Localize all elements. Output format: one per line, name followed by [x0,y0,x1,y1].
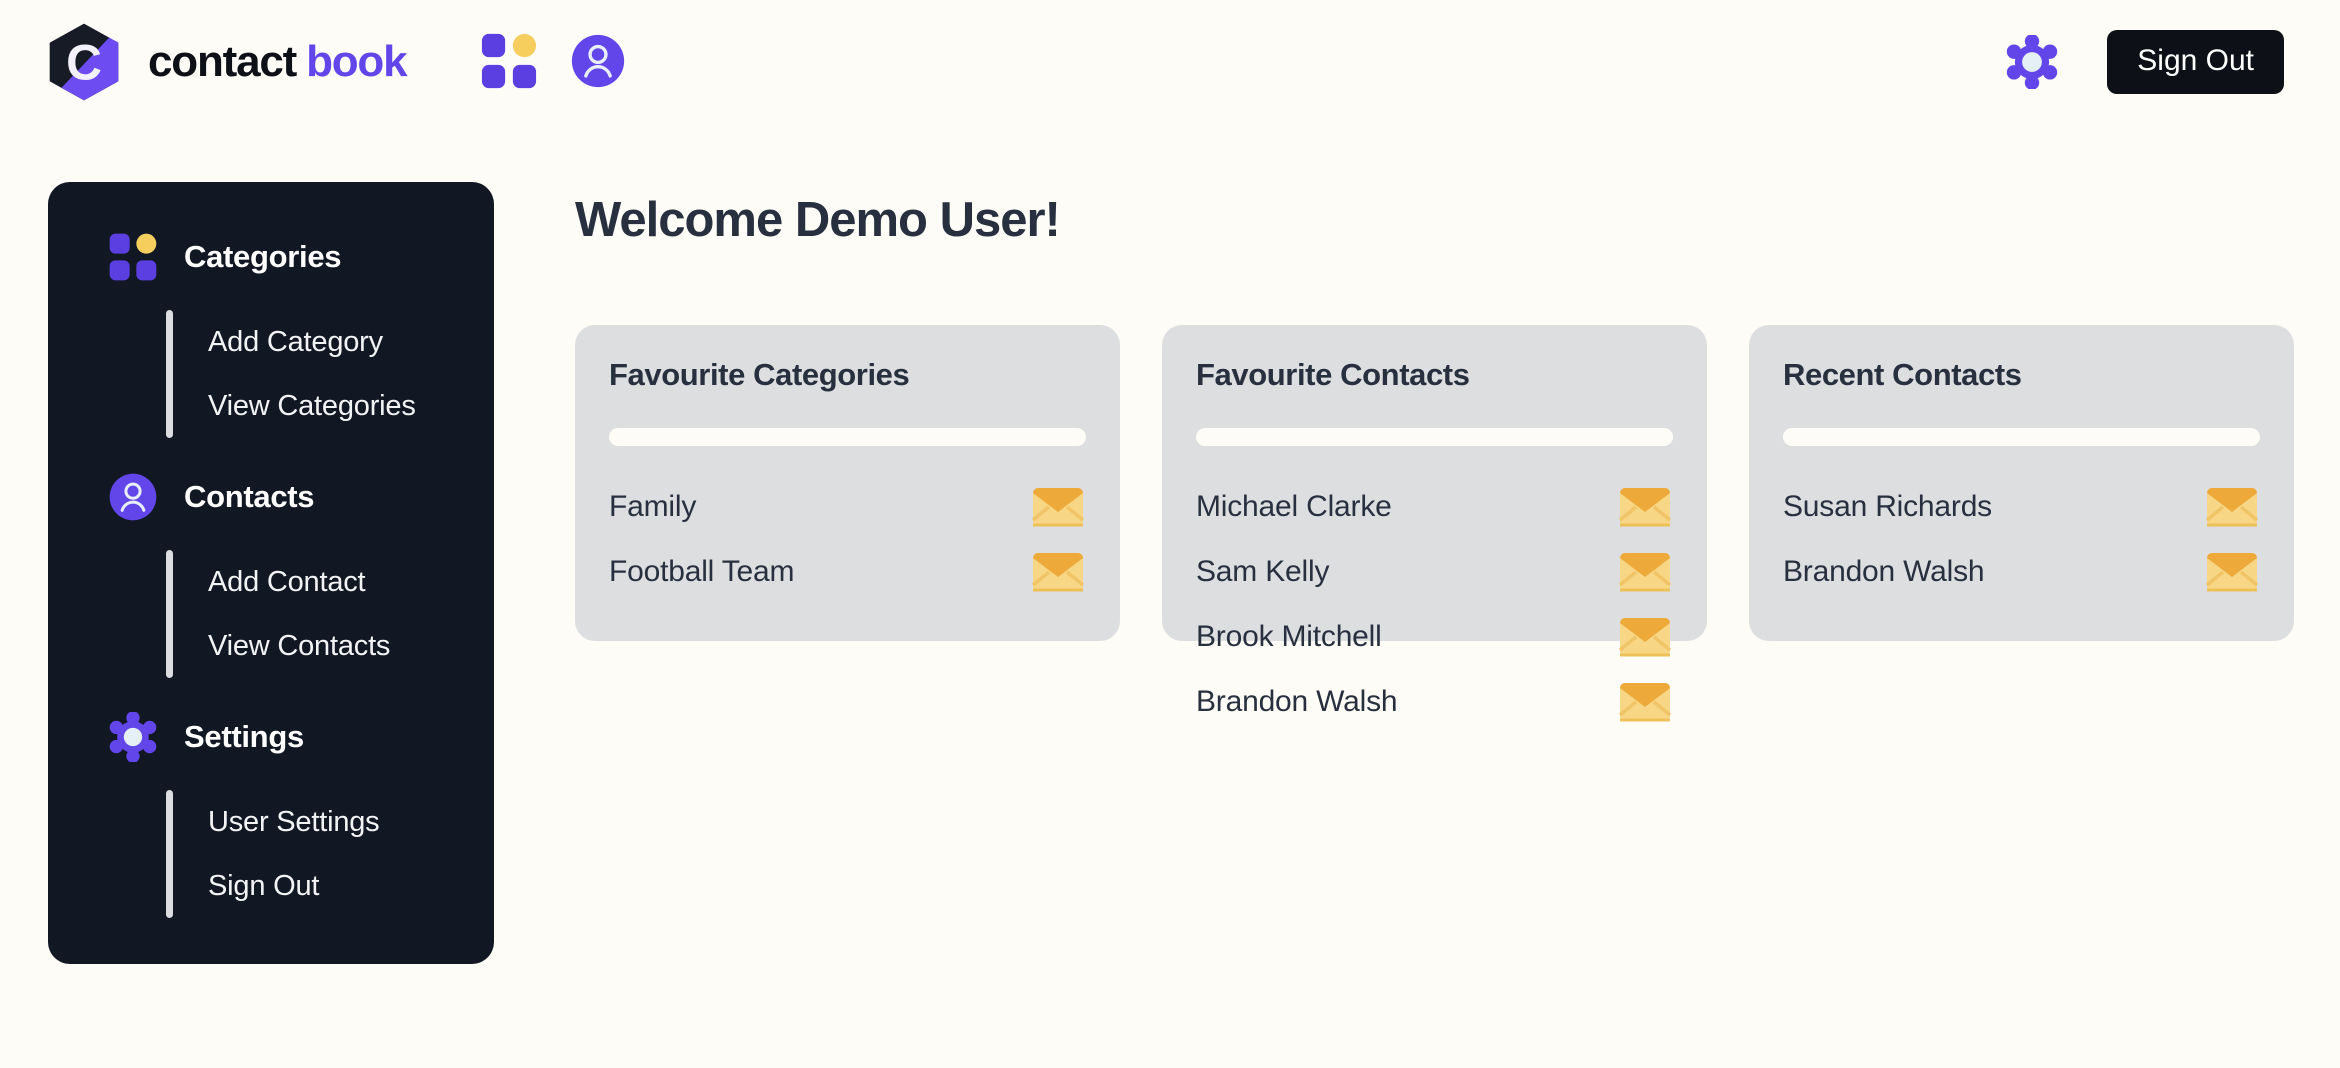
sidebar-submenu-categories: Add Category View Categories [48,310,494,438]
list-item-label: Family [609,489,697,523]
list-item[interactable]: Family [609,474,1084,539]
main-content: Welcome Demo User! [575,182,1061,247]
card-divider [609,428,1086,446]
card-list: Susan Richards Brandon Walsh [1775,474,2268,604]
sidebar-submenu-contacts: Add Contact View Contacts [48,550,494,678]
list-item[interactable]: Football Team [609,539,1084,604]
card-divider [1196,428,1673,446]
dashboard-cards: Favourite Categories Family Football Tea… [575,325,2294,721]
envelope-icon[interactable] [1619,617,1671,657]
sidebar-group-label: Contacts [184,479,315,514]
sidebar-item-view-contacts[interactable]: View Contacts [208,614,390,678]
sidebar: Categories Add Category View Categories … [48,182,494,964]
person-icon[interactable] [570,33,626,89]
card-divider [1783,428,2260,446]
gear-icon [109,712,157,762]
envelope-icon[interactable] [1032,487,1084,527]
card-list: Michael Clarke Sam Kelly Brook Mitchell … [1188,474,1681,734]
sidebar-group-label: Settings [184,719,304,754]
header-actions: Sign Out [2005,30,2284,94]
svg-text:C: C [66,35,102,91]
list-item-label: Football Team [609,554,795,588]
card-favourite-categories: Favourite Categories Family Football Tea… [575,325,1120,641]
brand-text-book: book [306,37,408,86]
page-title: Welcome Demo User! [575,193,1061,247]
sidebar-group-contacts: Contacts Add Contact View Contacts [48,464,494,678]
submenu-rail [166,550,173,678]
person-icon [109,473,157,521]
sidebar-item-view-categories[interactable]: View Categories [208,374,416,438]
envelope-icon[interactable] [1619,682,1671,722]
header-icon-group [480,32,626,90]
sidebar-item-add-category[interactable]: Add Category [208,310,416,374]
sign-out-button[interactable]: Sign Out [2107,30,2284,94]
wordmark: contact book [148,37,408,86]
brand-logo[interactable]: C contact book [44,22,408,102]
sidebar-submenu-settings: User Settings Sign Out [48,790,494,918]
list-item-label: Sam Kelly [1196,554,1330,588]
list-item-label: Michael Clarke [1196,489,1392,523]
gear-icon[interactable] [2005,35,2059,89]
card-list: Family Football Team [601,474,1094,604]
contact-book-logo-icon: C [49,23,119,101]
brand-text-contact: contact [148,37,297,86]
list-item[interactable]: Sam Kelly [1196,539,1671,604]
sidebar-item-sign-out[interactable]: Sign Out [208,854,379,918]
submenu-rail [166,790,173,918]
submenu-rail [166,310,173,438]
sidebar-item-settings[interactable]: Settings [48,704,494,770]
list-item[interactable]: Brook Mitchell [1196,604,1671,669]
card-title: Recent Contacts [1783,357,2022,392]
sidebar-group-settings: Settings User Settings Sign Out [48,704,494,918]
card-favourite-contacts: Favourite Contacts Michael Clarke Sam Ke… [1162,325,1707,721]
sidebar-item-contacts[interactable]: Contacts [48,464,494,530]
list-item[interactable]: Michael Clarke [1196,474,1671,539]
envelope-icon[interactable] [2206,552,2258,592]
list-item-label: Brook Mitchell [1196,619,1382,653]
sidebar-group-categories: Categories Add Category View Categories [48,224,494,438]
list-item-label: Susan Richards [1783,489,1992,523]
envelope-icon[interactable] [1032,552,1084,592]
list-item[interactable]: Susan Richards [1783,474,2258,539]
envelope-icon[interactable] [1619,552,1671,592]
list-item-label: Brandon Walsh [1783,554,1985,588]
grid-icon [109,233,157,281]
envelope-icon[interactable] [1619,487,1671,527]
list-item-label: Brandon Walsh [1196,684,1398,718]
grid-icon[interactable] [480,32,538,90]
card-recent-contacts: Recent Contacts Susan Richards Brandon W… [1749,325,2294,641]
sidebar-item-user-settings[interactable]: User Settings [208,790,380,854]
sidebar-item-add-contact[interactable]: Add Contact [208,550,390,614]
card-title: Favourite Contacts [1196,357,1470,392]
list-item[interactable]: Brandon Walsh [1196,669,1671,734]
envelope-icon[interactable] [2206,487,2258,527]
sidebar-group-label: Categories [184,239,342,274]
app-header: C contact book Sign Out [0,0,2340,138]
card-title: Favourite Categories [609,357,910,392]
sidebar-item-categories[interactable]: Categories [48,224,494,290]
list-item[interactable]: Brandon Walsh [1783,539,2258,604]
